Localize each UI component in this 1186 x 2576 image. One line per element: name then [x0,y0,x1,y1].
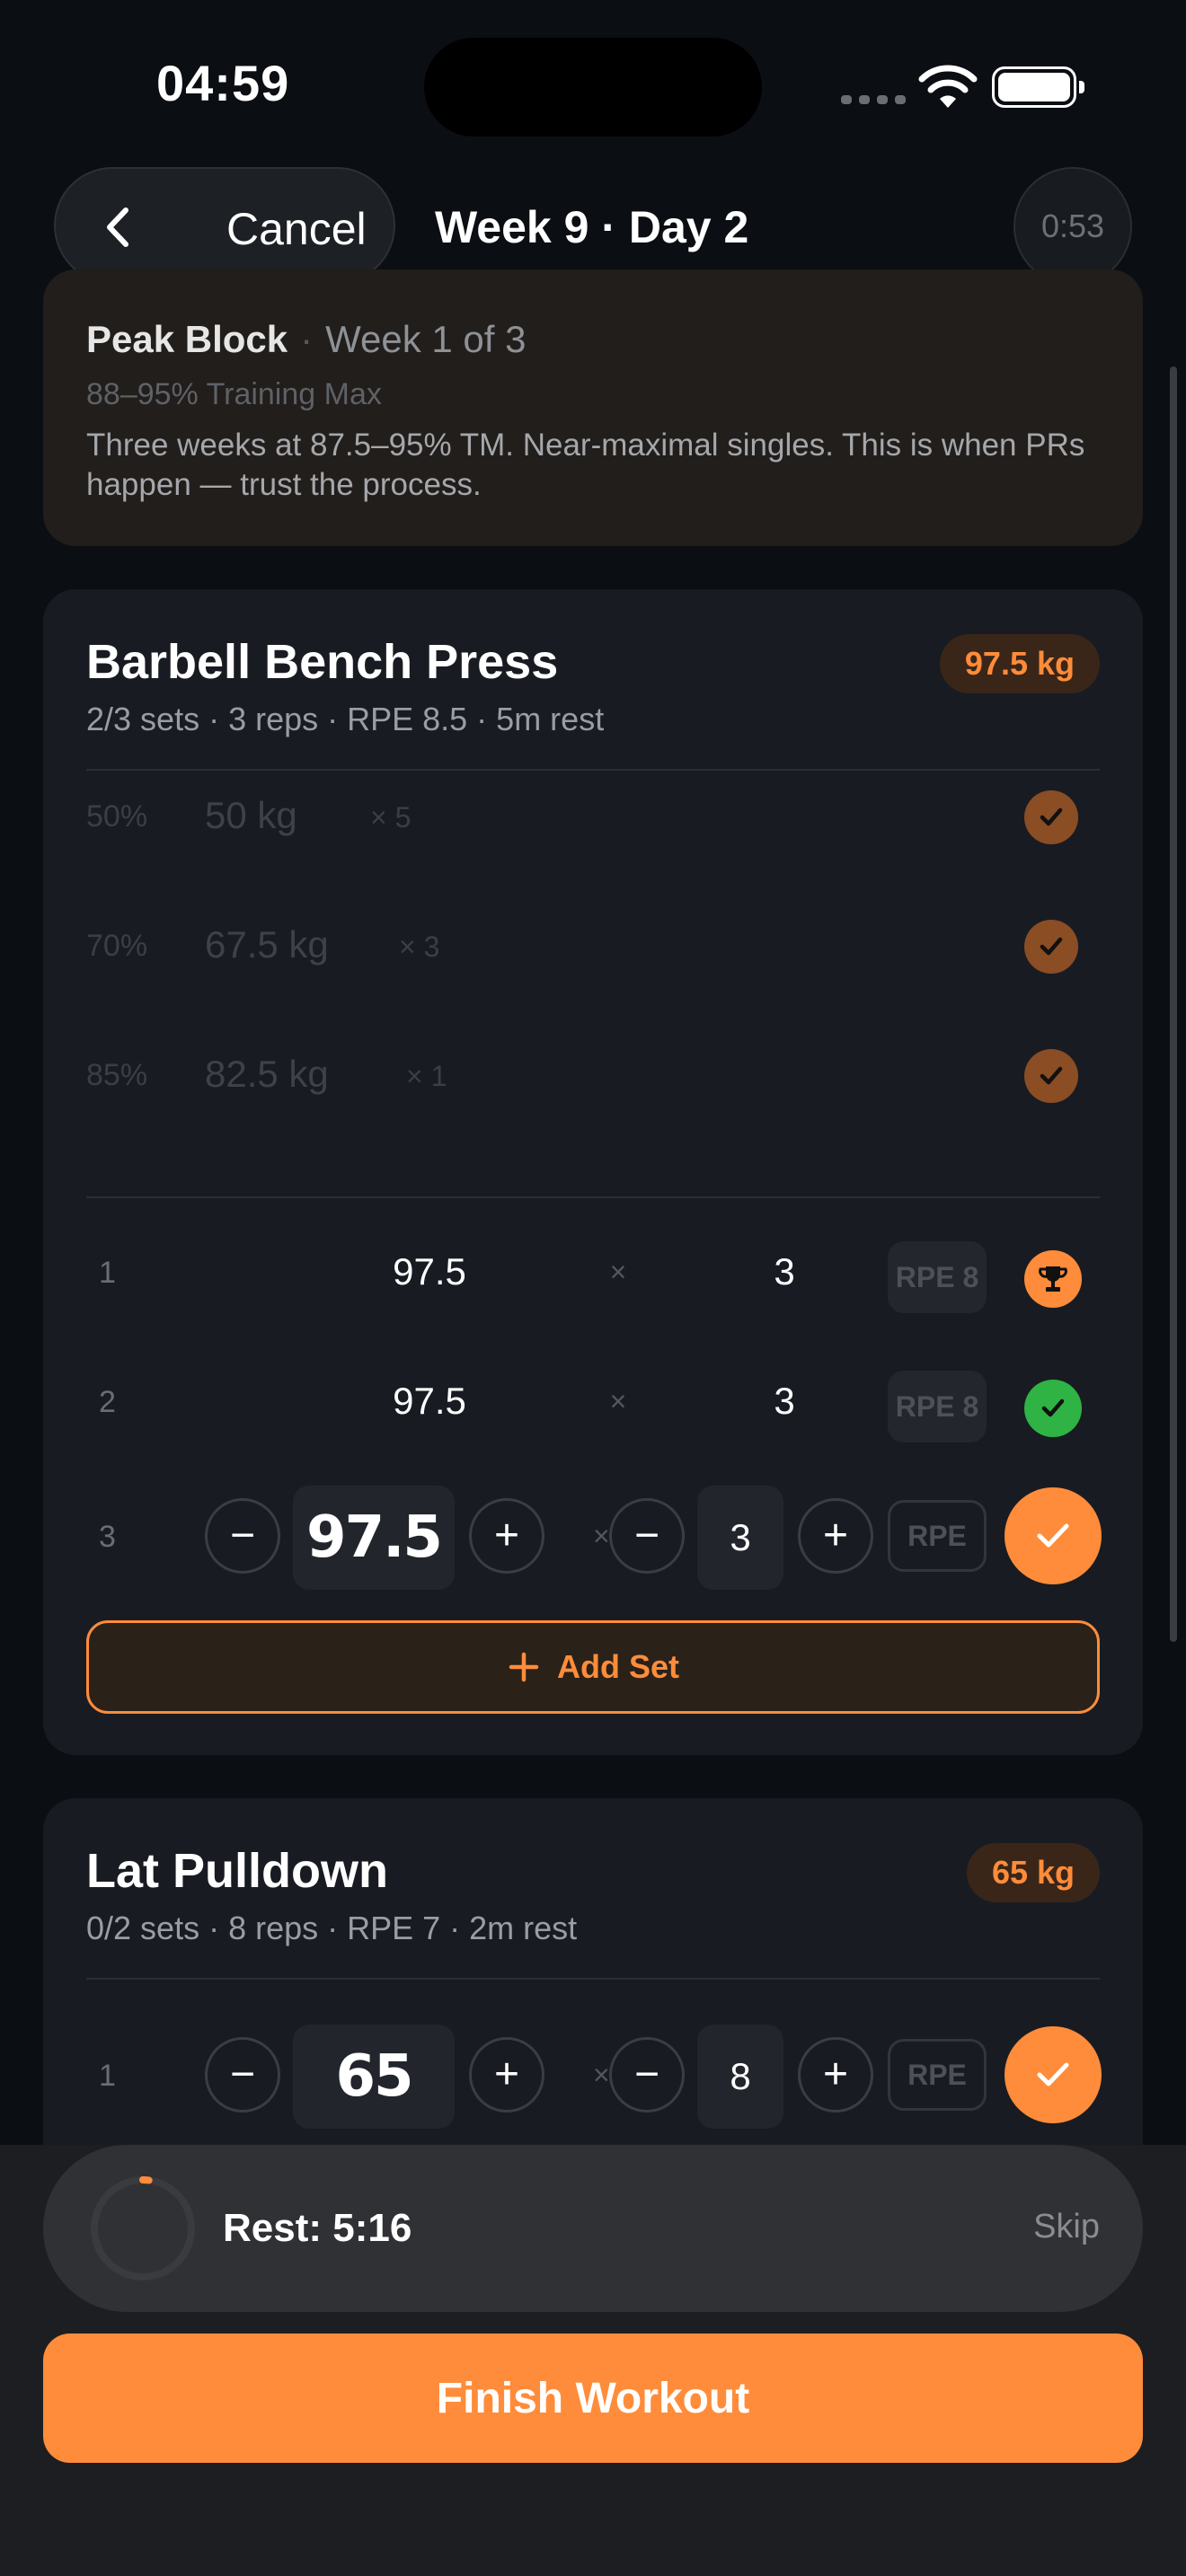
reps-value: 3 [730,1516,751,1558]
warmup-weight: 82.5 kg [205,1053,329,1095]
phase-name: Peak Block [86,318,288,360]
rest-progress-ring [91,2176,195,2280]
weight-value: 65 [335,2043,413,2110]
times-sign: × [609,1256,627,1288]
active-set-row: 1 − 65 + × − 8 + RPE [43,2005,1143,2148]
phase-week: Week 1 of 3 [325,318,527,360]
phase-intensity: 88–95% Training Max [86,377,382,411]
status-time: 04:59 [156,55,290,111]
warmup-reps: × 1 [406,1060,447,1092]
set-index: 1 [99,1256,116,1290]
rpe-input[interactable]: RPE [888,2039,987,2111]
cancel-button[interactable]: Cancel [54,167,395,284]
warmup-reps: × 3 [399,931,440,963]
warmup-check-icon[interactable] [1024,920,1078,974]
reps-value: 8 [730,2055,751,2097]
set-index: 3 [99,1520,116,1554]
times-sign: × [593,2059,610,2091]
cellular-signal-icon [841,95,906,104]
set-rpe[interactable]: RPE 8 [888,1371,987,1442]
warmup-row: 70% 67.5 kg × 3 [43,902,1143,992]
warmup-percent: 70% [86,929,148,963]
warmup-weight: 67.5 kg [205,923,329,966]
divider [86,769,1100,771]
top-nav: Cancel Week 9 · Day 2 0:53 [0,167,1186,286]
reps-decrease-button[interactable]: − [609,2037,685,2113]
set-weight[interactable]: 97.5 [295,1250,564,1293]
phase-description: Three weeks at 87.5–95% TM. Near-maximal… [86,428,1085,502]
phase-info-card: Peak Block · Week 1 of 3 88–95% Training M… [43,269,1143,546]
warmup-check-icon[interactable] [1024,790,1078,844]
set-reps[interactable]: 3 [672,1380,897,1423]
reps-decrease-button[interactable]: − [609,1498,685,1574]
add-set-label: Add Set [556,1648,679,1685]
set-row: 1 97.5 × 3 RPE 8 [43,1223,1143,1322]
rest-timer-label: Rest: 5:16 [223,2206,412,2250]
exercise-card-bench-press: Barbell Bench Press 2/3 sets · 3 reps · … [43,589,1143,1755]
set-row: 2 97.5 × 3 RPE 8 [43,1353,1143,1451]
check-icon [1037,1523,1069,1548]
exercise-name: Barbell Bench Press [86,635,559,689]
exercise-name: Lat Pulldown [86,1844,388,1898]
phase-header: Peak Block · Week 1 of 3 [86,318,527,361]
battery-icon [992,66,1084,108]
scrollbar[interactable] [1170,366,1177,1642]
rest-timer-bar: Rest: 5:16 Skip [43,2145,1143,2312]
skip-rest-button[interactable]: Skip [1033,2208,1100,2246]
dynamic-island [424,38,762,137]
workout-timer-button[interactable]: 0:53 [1013,167,1132,286]
chevron-left-icon [107,207,128,247]
weight-increase-button[interactable]: + [469,2037,544,2113]
divider [86,1196,1100,1198]
set-rpe[interactable]: RPE 8 [888,1241,987,1313]
weight-input[interactable]: 65 [293,2025,455,2129]
check-icon [1037,2062,1069,2086]
cancel-label: Cancel [226,204,367,254]
weight-value: 97.5 [306,1504,443,1571]
reps-increase-button[interactable]: + [798,2037,873,2113]
weight-increase-button[interactable]: + [469,1498,544,1574]
wifi-icon [918,65,978,108]
page-title: Week 9 · Day 2 [435,202,749,252]
active-set-row: 3 − 97.5 + × − 3 + RPE [43,1466,1143,1610]
exercise-meta: 2/3 sets · 3 reps · RPE 8.5 · 5m rest [86,701,605,737]
reps-input[interactable]: 8 [697,2025,783,2129]
target-weight-badge: 65 kg [966,1843,1100,1902]
complete-set-button[interactable] [1005,1487,1102,1584]
times-sign: × [593,1520,610,1552]
warmup-row: 85% 82.5 kg × 1 [43,1031,1143,1121]
target-weight-badge: 97.5 kg [939,634,1100,693]
warmup-weight: 50 kg [205,794,297,836]
set-index: 2 [99,1385,116,1419]
complete-set-button[interactable] [1005,2026,1102,2123]
set-reps[interactable]: 3 [672,1250,897,1293]
add-set-button[interactable]: Add Set [86,1620,1100,1714]
warmup-check-icon[interactable] [1024,1049,1078,1103]
warmup-percent: 85% [86,1058,148,1092]
weight-decrease-button[interactable]: − [205,1498,280,1574]
phase-separator: · [300,318,314,360]
exercise-meta: 0/2 sets · 8 reps · RPE 7 · 2m rest [86,1910,578,1946]
reps-increase-button[interactable]: + [798,1498,873,1574]
check-icon[interactable] [1024,1380,1082,1437]
trophy-icon[interactable] [1024,1250,1082,1308]
finish-workout-button[interactable]: Finish Workout [43,2333,1143,2463]
weight-input[interactable]: 97.5 [293,1486,455,1590]
divider [86,1978,1100,1980]
status-bar: 04:59 [0,0,1186,171]
times-sign: × [609,1385,627,1417]
warmup-percent: 50% [86,799,148,834]
set-weight[interactable]: 97.5 [295,1380,564,1423]
warmup-row: 50% 50 kg × 5 [43,772,1143,862]
rpe-input[interactable]: RPE [888,1500,987,1572]
plus-icon [509,1652,539,1682]
warmup-reps: × 5 [370,801,412,834]
set-index: 1 [99,2059,116,2093]
reps-input[interactable]: 3 [697,1486,783,1590]
weight-decrease-button[interactable]: − [205,2037,280,2113]
